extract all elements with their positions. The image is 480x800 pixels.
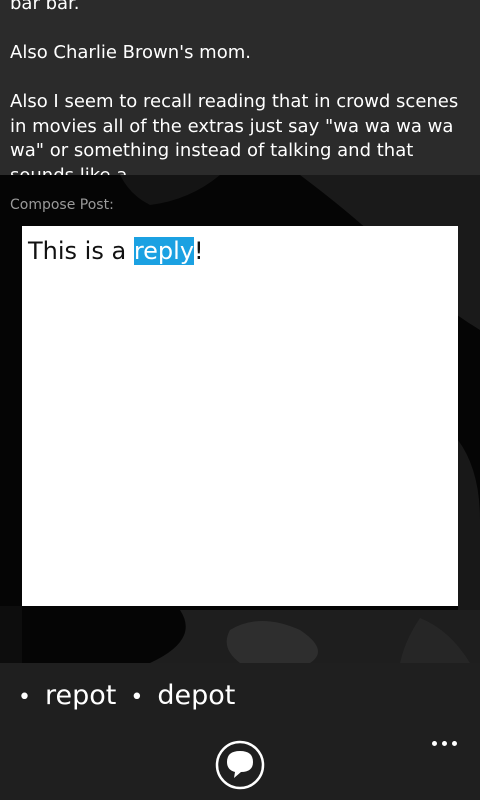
compose-input[interactable]: This is a reply! [22,226,458,606]
quoted-post-text: bar bar. Also Charlie Brown's mom. Also … [10,0,470,175]
post-line: Also Charlie Brown's mom. [10,42,251,63]
compose-label: Compose Post: [10,197,114,213]
selected-text[interactable]: reply [133,237,195,265]
post-line: Also I seem to recall reading that in cr… [10,91,459,175]
quoted-post: bar bar. Also Charlie Brown's mom. Also … [0,0,480,175]
post-line: bar bar. [10,0,80,14]
screen: bar bar. Also Charlie Brown's mom. Also … [0,0,480,800]
compose-text-after: ! [194,237,204,265]
tag-item-repot[interactable]: repot [45,679,116,713]
compose-text-before: This is a [28,237,134,265]
speech-bubble-icon[interactable] [214,739,266,791]
tag-item-depot[interactable]: depot [157,679,235,713]
ellipsis-icon[interactable] [424,727,464,759]
tag-suggestions: • repot • depot [18,679,249,715]
tag-bullet: • [130,685,144,710]
tag-bullet: • [18,685,31,710]
compose-text[interactable]: This is a reply! [28,236,204,266]
